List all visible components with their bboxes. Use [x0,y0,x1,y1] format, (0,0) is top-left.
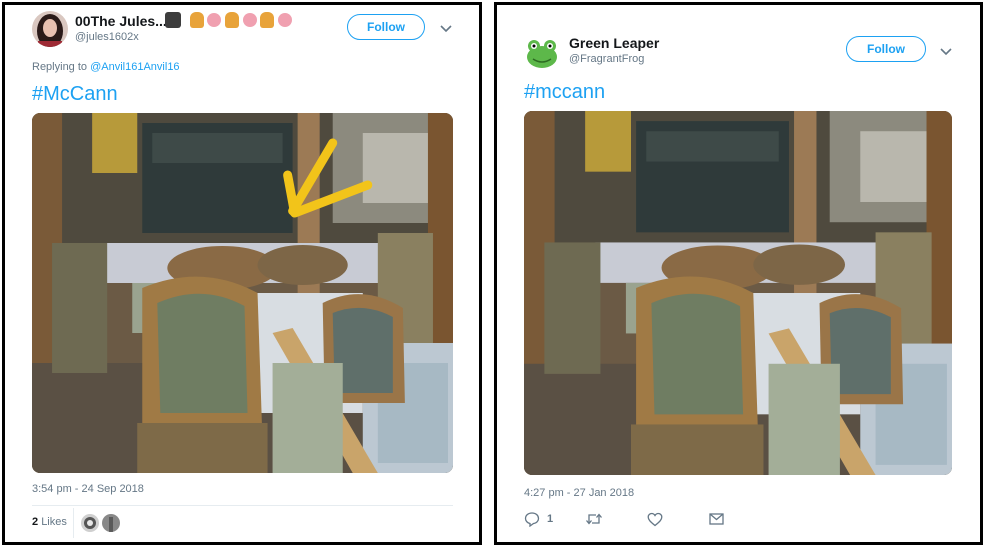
follow-button[interactable]: Follow [846,36,926,62]
right-tweet-panel: Green Leaper @FragrantFrog Follow #mccan… [494,2,983,545]
likes-label: Likes [41,516,67,528]
tweet-photo[interactable] [524,111,952,475]
message-icon[interactable] [709,513,724,525]
chevron-down-icon[interactable] [439,24,453,34]
like-icon[interactable] [647,512,663,527]
raising-hand-emoji [189,11,204,28]
stat-divider [73,508,74,538]
tweet-timestamp[interactable]: 3:54 pm - 24 Sep 2018 [32,483,144,495]
tweet-photo[interactable] [32,113,453,473]
display-name[interactable]: Green Leaper [569,35,659,51]
user-avatar[interactable] [524,35,560,71]
raising-hand-emoji [224,11,239,28]
follow-button[interactable]: Follow [347,14,425,40]
liker-avatar[interactable] [81,514,99,532]
replying-to-link[interactable]: @Anvil161Anvil16 [90,61,179,73]
reply-count: 1 [547,513,554,525]
liker-avatar[interactable] [102,514,120,532]
retweet-icon[interactable] [585,511,603,527]
user-handle[interactable]: @FragrantFrog [569,53,644,65]
replying-prefix: Replying to [32,61,88,73]
hashtag-link[interactable]: #McCann [32,83,118,106]
blossom-emoji [242,12,257,27]
display-name[interactable]: 00The Jules... [75,13,167,29]
blossom-emoji [207,12,222,27]
blossom-emoji [277,12,292,27]
user-handle[interactable]: @jules1602x [75,31,139,43]
divider [32,505,453,506]
tweet-timestamp[interactable]: 4:27 pm - 27 Jan 2018 [524,487,634,499]
raising-hand-emoji [260,11,275,28]
replying-to: Replying to @Anvil161Anvil16 [32,61,180,73]
name-emojis [165,11,292,28]
detective-emoji [165,11,181,28]
user-avatar[interactable] [32,11,68,47]
hashtag-link[interactable]: #mccann [524,81,605,104]
chevron-down-icon[interactable] [939,47,953,57]
reply-icon[interactable] [524,511,540,527]
left-tweet-panel: 00The Jules... @jules1602x Follow Replyi… [2,2,482,545]
likes-count: 2 [32,516,39,528]
likes-stat[interactable]: 2 Likes [32,516,67,528]
